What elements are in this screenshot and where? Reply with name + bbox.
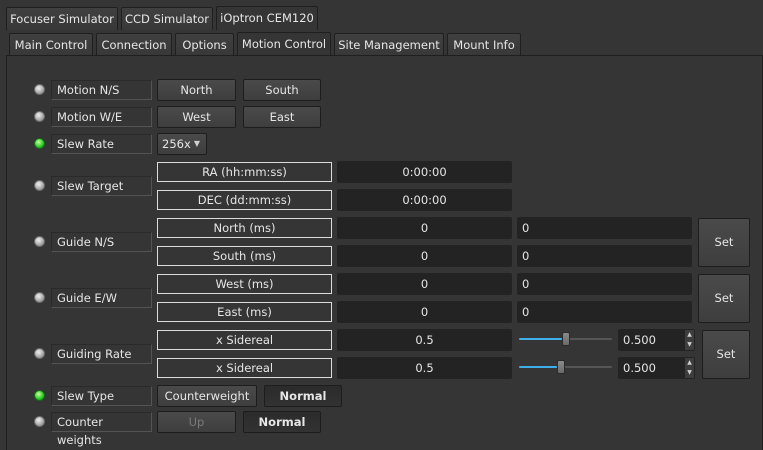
tab-ioptron-cem120[interactable]: iOptron CEM120	[216, 6, 318, 30]
tab-site-management[interactable]: Site Management	[334, 33, 444, 56]
guide-we-set-button[interactable]: Set	[698, 274, 750, 323]
guide-south-field-label: South (ms)	[157, 246, 332, 266]
slider-handle[interactable]	[557, 360, 565, 374]
tab-options[interactable]: Options	[175, 33, 234, 56]
guide-east-input[interactable]: 0	[517, 301, 692, 323]
dec-value: 0:00:00	[337, 189, 512, 211]
spin-arrows[interactable]: ▲ ▼	[685, 330, 694, 350]
tab-ccd-simulator[interactable]: CCD Simulator	[121, 7, 213, 30]
guide-west-field-label: West (ms)	[157, 274, 332, 294]
chevron-down-icon[interactable]: ▼	[685, 368, 694, 378]
east-button[interactable]: East	[243, 106, 321, 128]
motion-ns-label: Motion N/S	[51, 80, 152, 100]
guide-west-value: 0	[337, 273, 512, 295]
north-button[interactable]: North	[157, 79, 236, 101]
guiding-ra-value: 0.5	[337, 329, 512, 351]
slew-rate-value: 256x	[162, 137, 191, 151]
slew-rate-status-light	[34, 138, 45, 149]
slider-handle[interactable]	[562, 332, 570, 346]
counterweight-up-button[interactable]: Counterweight up	[157, 385, 257, 423]
tab-mount-info[interactable]: Mount Info	[447, 33, 521, 56]
tab-motion-control[interactable]: Motion Control	[237, 32, 331, 56]
guide-north-value: 0	[337, 217, 512, 239]
tab-connection[interactable]: Connection	[96, 33, 172, 56]
slew-rate-select[interactable]: 256x ▼	[157, 133, 207, 155]
slew-type-label: Slew Type	[51, 386, 152, 406]
guiding-de-slider[interactable]	[519, 360, 612, 374]
guiding-de-spinbox[interactable]: 0.500 ▲ ▼	[618, 357, 695, 379]
counter-weights-label: Counter weights	[51, 412, 152, 447]
guiding-de-spin-value: 0.500	[623, 361, 656, 375]
chevron-down-icon[interactable]: ▼	[685, 340, 694, 350]
tab-main-control[interactable]: Main Control	[9, 33, 93, 56]
motion-ns-status-light	[34, 84, 45, 95]
slew-type-normal-button[interactable]: Normal	[264, 385, 342, 407]
guiding-rate-status-light	[34, 348, 45, 359]
guiding-rate-label: Guiding Rate	[51, 344, 152, 364]
guide-we-status-light	[34, 292, 45, 303]
counter-weights-up-button[interactable]: Up	[157, 411, 236, 433]
counter-weights-normal-button[interactable]: Normal	[243, 411, 321, 433]
guide-south-input[interactable]: 0	[517, 245, 692, 267]
chevron-down-icon: ▼	[193, 139, 200, 148]
slew-rate-label: Slew Rate	[51, 134, 152, 154]
slew-target-status-light	[34, 180, 45, 191]
slider-fill	[519, 366, 557, 368]
guiding-de-field-label: x Sidereal	[157, 358, 332, 378]
motion-we-status-light	[34, 111, 45, 122]
guide-east-value: 0	[337, 301, 512, 323]
guide-east-field-label: East (ms)	[157, 302, 332, 322]
guide-ns-set-button[interactable]: Set	[698, 218, 750, 267]
guide-north-field-label: North (ms)	[157, 218, 332, 238]
guiding-ra-field-label: x Sidereal	[157, 330, 332, 350]
ra-field-label: RA (hh:mm:ss)	[157, 162, 332, 182]
guide-we-label: Guide E/W	[51, 288, 152, 308]
guide-ns-label: Guide N/S	[51, 232, 152, 252]
counter-weights-status-light	[34, 416, 45, 427]
chevron-up-icon[interactable]: ▲	[685, 358, 694, 368]
guide-south-value: 0	[337, 245, 512, 267]
tab-focuser-simulator[interactable]: Focuser Simulator	[6, 7, 118, 30]
ra-value: 0:00:00	[337, 161, 512, 183]
guiding-ra-slider[interactable]	[519, 332, 612, 346]
guiding-rate-set-button[interactable]: Set	[702, 330, 750, 379]
guiding-ra-spinbox[interactable]: 0.500 ▲ ▼	[618, 329, 695, 351]
guiding-de-value: 0.5	[337, 357, 512, 379]
slew-type-status-light	[34, 390, 45, 401]
slew-target-label: Slew Target	[51, 176, 152, 196]
slider-fill	[519, 338, 562, 340]
west-button[interactable]: West	[157, 106, 236, 128]
chevron-up-icon[interactable]: ▲	[685, 330, 694, 340]
spin-arrows[interactable]: ▲ ▼	[685, 358, 694, 378]
guide-ns-status-light	[34, 236, 45, 247]
motion-we-label: Motion W/E	[51, 107, 152, 127]
dec-field-label: DEC (dd:mm:ss)	[157, 190, 332, 210]
guide-north-input[interactable]: 0	[517, 217, 692, 239]
guiding-ra-spin-value: 0.500	[623, 333, 656, 347]
guide-west-input[interactable]: 0	[517, 273, 692, 295]
south-button[interactable]: South	[243, 79, 321, 101]
